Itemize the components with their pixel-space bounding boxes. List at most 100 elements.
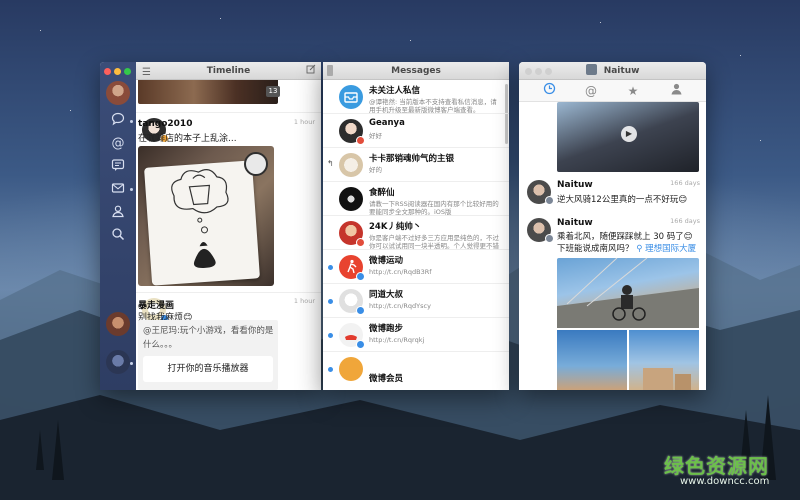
message-item[interactable]: 食醉仙 请教一下RSS阅读器在国内有那个比较好用的要能同步全文那种的。iOS版 [323, 182, 509, 216]
account-avatar-3[interactable] [106, 350, 130, 374]
badge-icon [545, 196, 554, 205]
message-preview: http://t.cn/RqdYscy [369, 302, 431, 310]
message-title: 微博会员 [369, 374, 404, 384]
messages-title: Messages [391, 66, 441, 76]
post-time: 166 days [670, 217, 700, 225]
play-icon[interactable]: ▶ [621, 126, 637, 142]
drawing-card [144, 160, 260, 286]
video-thumbnail[interactable]: ▶ [557, 102, 699, 172]
unread-dot [130, 362, 133, 365]
message-preview: @谭艳然: 当前版本不支持查看私信消息，请用手机升级至最新版微博客户端查看。 [369, 98, 497, 114]
mention-at-icon[interactable]: @ [109, 135, 127, 153]
message-title: Geanya [369, 118, 405, 128]
profile-tabs: @ ★ [519, 80, 706, 102]
message-title: 未关注人私信 [369, 86, 421, 96]
divider [136, 292, 321, 293]
timeline-titlebar: ☰ Timeline [136, 62, 321, 80]
message-title: 微博运动 [369, 256, 404, 266]
message-item[interactable]: 同道大叔 http://t.cn/RqdYscy [323, 284, 509, 318]
profile-avatar-small [585, 64, 597, 75]
retweet-quote[interactable]: @王尼玛:玩个小游戏，看看你的是什么。。。 打开你的音乐播放器 [138, 320, 278, 390]
main-window: @ ☰ Timeline 13 tango2010 1 hour 在咖啡店的本子… [100, 62, 321, 390]
unread-dot [328, 367, 333, 372]
message-item[interactable]: 微博跑步 http://t.cn/Rqrqkj [323, 318, 509, 352]
message-preview: http://t.cn/RqdB3Rf [369, 268, 432, 276]
post-text-second: 下班能说成南风吗？ [557, 244, 634, 254]
tab-profile-person-icon[interactable] [667, 82, 685, 100]
close-window-button[interactable] [525, 68, 532, 75]
verified-badge-icon [356, 340, 365, 349]
stranger-messages-icon [339, 85, 363, 109]
post-photo[interactable] [557, 330, 627, 390]
post-text: 乘着北风，随便踩踩就上 30 码了😊 [557, 232, 693, 242]
message-item[interactable]: 微博会员 [323, 352, 509, 386]
post-time: 1 hour [293, 297, 315, 305]
zoom-window-button[interactable] [545, 68, 552, 75]
tab-mentions-at-icon[interactable]: @ [582, 82, 600, 100]
profile-title: Naituw [603, 66, 640, 76]
messages-envelope-icon[interactable] [109, 181, 127, 199]
post-text: 逆大风骑12公里真的一点不好玩😊 [557, 195, 688, 205]
post-photo[interactable] [138, 146, 274, 286]
message-badge-icon [356, 136, 365, 145]
unread-dot [328, 333, 333, 338]
message-title: 微博跑步 [369, 324, 404, 334]
message-item[interactable]: ↰ 卡卡那销魂帅气的主银 好的 [323, 148, 509, 182]
message-preview: 好好 [369, 132, 382, 140]
post-time: 166 days [670, 179, 700, 187]
quote-text: @王尼玛:玩个小游戏，看看你的是什么。。。 [143, 326, 274, 350]
reply-arrow-icon: ↰ [327, 159, 334, 168]
sidebar-rail: @ [100, 62, 136, 390]
message-avatar [339, 153, 363, 177]
unread-dot [328, 265, 333, 270]
message-title: 24K丿纯帅丶 [369, 222, 422, 232]
location-link[interactable]: 理想国际大厦 [645, 244, 696, 254]
post-text-line2: 下班能说成南风吗？ ⚲ 理想国际大厦 [557, 242, 696, 254]
timeline-title: Timeline [206, 66, 251, 76]
post-photo[interactable] [557, 257, 699, 328]
profile-person-icon[interactable] [109, 204, 127, 222]
message-preview: 请教一下RSS阅读器在国内有那个比较好用的要能同步全文那种的。iOS版 [369, 200, 499, 216]
timeline-bubble-icon[interactable] [109, 112, 127, 130]
minimize-window-button[interactable] [114, 68, 121, 75]
post-photo[interactable] [629, 330, 699, 390]
zoom-window-button[interactable] [124, 68, 131, 75]
message-badge-icon [356, 238, 365, 247]
message-item[interactable]: 24K丿纯帅丶 你是客户端不过好多三方应用是纯色的，不过你可以试试用同一块半透明… [323, 216, 509, 250]
watermark-url: www.downcc.com [680, 476, 770, 487]
unread-dot [130, 188, 133, 191]
verified-badge-icon [356, 272, 365, 281]
watermark-site-name: 绿色资源网 [664, 454, 769, 478]
location-pin-icon: ⚲ [636, 244, 643, 254]
verified-badge-icon [356, 306, 365, 315]
profile-titlebar: Naituw [519, 62, 706, 80]
account-avatar[interactable] [106, 81, 130, 105]
tab-recent-clock-icon[interactable] [540, 82, 558, 100]
account-avatar-2[interactable] [106, 312, 130, 336]
starbucks-cup-logo [244, 152, 268, 176]
close-window-button[interactable] [104, 68, 111, 75]
post-username[interactable]: tango2010 [138, 119, 192, 129]
message-item[interactable]: Geanya 好好 [323, 114, 509, 148]
compose-icon[interactable] [306, 63, 316, 81]
profile-window: Naituw @ ★ ▶ Naituw 166 days 逆大风骑12公里真的一… [519, 62, 706, 390]
drag-handle-icon[interactable] [327, 65, 333, 76]
minimize-window-button[interactable] [535, 68, 542, 75]
message-item[interactable]: 微博运动 http://t.cn/RqdB3Rf [323, 250, 509, 284]
divider [136, 112, 321, 113]
tab-favorites-star-icon[interactable]: ★ [624, 82, 642, 100]
message-item[interactable]: 未关注人私信 @谭艳然: 当前版本不支持查看私信消息，请用手机升级至最新版微博客… [323, 80, 509, 114]
message-preview: 你是客户端不过好多三方应用是纯色的，不过你可以试试用同一块半透明。个人觉得更不错 [369, 234, 499, 250]
post-time: 1 hour [293, 118, 315, 126]
open-music-player-button[interactable]: 打开你的音乐播放器 [143, 356, 273, 382]
comments-icon[interactable] [109, 158, 127, 176]
post-username[interactable]: Naituw [557, 180, 593, 190]
search-icon[interactable] [109, 227, 127, 245]
post-image-previous[interactable] [138, 80, 278, 104]
post-username[interactable]: Naituw [557, 218, 593, 228]
message-avatar [339, 357, 363, 381]
badge-icon [545, 234, 554, 243]
unread-dot [328, 299, 333, 304]
message-avatar [339, 187, 363, 211]
messages-titlebar: Messages [323, 62, 509, 80]
